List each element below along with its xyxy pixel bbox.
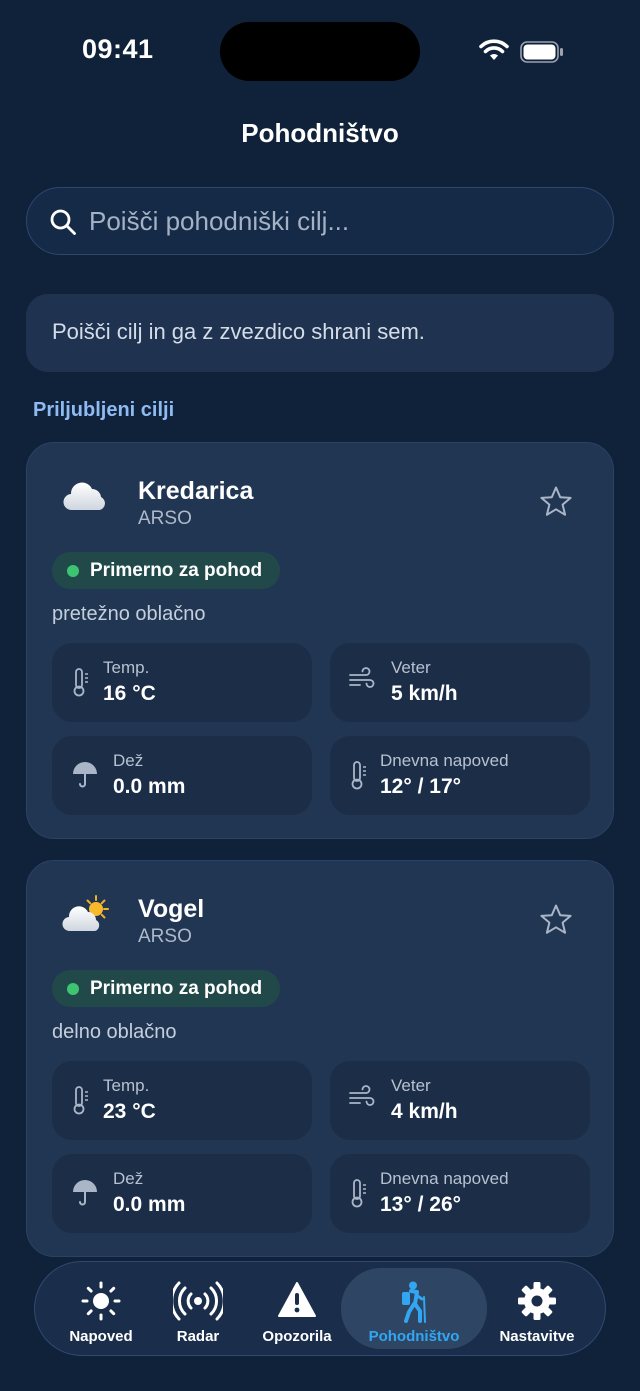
tile-label: Dež [113,751,144,770]
tab-label: Napoved [69,1328,133,1345]
status-dot [67,983,79,995]
wind-tile: Veter 4 km/h [330,1061,590,1140]
search-bar[interactable] [26,187,614,255]
thermometer-icon [351,1179,366,1208]
tab-label: Pohodništvo [368,1328,460,1345]
tile-label: Dež [113,1169,144,1188]
radar-icon [173,1281,223,1321]
search-icon [50,209,76,235]
search-input[interactable] [89,188,589,254]
tab-nastavitve[interactable]: Nastavitve [487,1268,587,1349]
status-time: 09:41 [82,34,154,64]
umbrella-icon [73,1180,97,1206]
tab-bar: Napoved Radar Opozorila Pohodništvo Nast… [34,1261,606,1356]
tile-label: Temp. [103,658,150,677]
card-source: ARSO [138,508,192,529]
card-source: ARSO [138,926,192,947]
status-dot [67,565,79,577]
tile-label: Veter [391,1076,431,1095]
badge-text: Primerno za pohod [90,978,263,999]
warning-icon [278,1282,316,1317]
wind-icon [349,1085,375,1106]
favorite-card[interactable]: Kredarica ARSO Primerno za pohod pretežn… [26,442,614,839]
tile-value: 0.0 mm [113,1193,186,1216]
hint-text: Poišči cilj in ga z zvezdico shrani sem. [52,319,425,344]
battery-icon [520,41,563,63]
temperature-tile: Temp. 23 °C [52,1061,312,1140]
badge-text: Primerno za pohod [90,560,263,581]
status-badge: Primerno za pohod [52,552,281,589]
status-badge: Primerno za pohod [52,970,281,1007]
temperature-tile: Temp. 16 °C [52,643,312,722]
tile-value: 0.0 mm [113,775,186,798]
wind-icon [349,667,375,688]
umbrella-icon [73,762,97,788]
star-icon[interactable] [539,903,573,937]
tile-label: Veter [391,658,431,677]
tile-label: Temp. [103,1076,150,1095]
tile-value: 12° / 17° [380,775,462,798]
dynamic-island [220,22,420,81]
tab-pohodnistvo[interactable]: Pohodništvo [341,1268,487,1349]
weather-description: delno oblačno [52,1021,177,1043]
tile-value: 13° / 26° [380,1193,462,1216]
tile-value: 4 km/h [391,1100,458,1123]
hint-box: Poišči cilj in ga z zvezdico shrani sem. [26,294,614,372]
wifi-icon [479,39,509,60]
page-title: Pohodništvo [241,118,399,148]
tab-label: Opozorila [262,1328,332,1345]
tile-label: Dnevna napoved [380,1169,509,1188]
tab-label: Radar [176,1328,220,1345]
forecast-tile: Dnevna napoved 13° / 26° [330,1154,590,1233]
thermometer-icon [351,761,366,790]
hiker-icon [402,1281,426,1323]
tab-radar[interactable]: Radar [153,1268,243,1349]
tab-label: Nastavitve [499,1328,575,1345]
wind-tile: Veter 5 km/h [330,643,590,722]
forecast-tile: Dnevna napoved 12° / 17° [330,736,590,815]
card-title: Kredarica [138,477,254,505]
tile-label: Dnevna napoved [380,751,509,770]
gear-icon [518,1282,556,1320]
star-icon[interactable] [539,485,573,519]
tile-value: 23 °C [103,1100,156,1123]
tile-value: 5 km/h [391,682,458,705]
tab-napoved[interactable]: Napoved [53,1268,149,1349]
card-title: Vogel [138,895,205,923]
sun-icon [81,1281,121,1321]
section-title: Priljubljeni cilji [33,399,175,421]
rain-tile: Dež 0.0 mm [52,1154,312,1233]
favorite-card[interactable]: Vogel ARSO Primerno za pohod delno oblač… [26,860,614,1257]
thermometer-icon [73,668,88,697]
tab-opozorila[interactable]: Opozorila [249,1268,345,1349]
partly-sunny-icon [62,895,109,932]
status-bar: 09:41 [0,0,640,100]
rain-tile: Dež 0.0 mm [52,736,312,815]
weather-description: pretežno oblačno [52,603,206,625]
thermometer-icon [73,1086,88,1115]
tile-value: 16 °C [103,682,156,705]
cloud-icon [63,482,105,511]
